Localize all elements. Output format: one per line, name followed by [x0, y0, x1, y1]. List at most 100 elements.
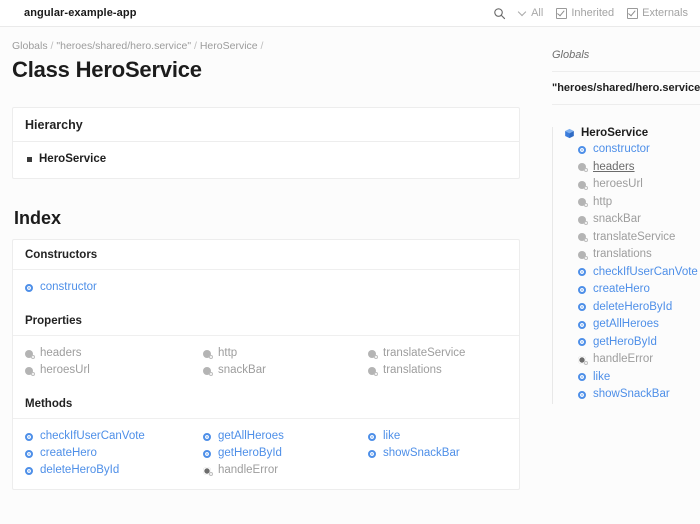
filter-scope-select[interactable]: All: [519, 7, 543, 19]
checkbox-externals[interactable]: Externals: [627, 7, 688, 19]
section-body-properties: headers heroesUrl http: [13, 336, 519, 389]
page-body: Globals / "heroes/shared/hero.service" /…: [0, 27, 700, 524]
method-icon: [25, 432, 35, 442]
member-heroesUrl[interactable]: heroesUrl: [25, 362, 203, 379]
sidebar-item-constructor[interactable]: constructor: [578, 141, 700, 159]
sidebar-item-deleteHeroById[interactable]: deleteHeroById: [578, 299, 700, 317]
sidebar-module-link[interactable]: "heroes/shared/hero.service": [552, 72, 700, 105]
property-icon: [578, 180, 588, 190]
property-icon: [578, 250, 588, 260]
property-icon: [203, 366, 213, 376]
breadcrumb-item-module[interactable]: "heroes/shared/hero.service": [56, 40, 191, 52]
property-icon: [578, 162, 588, 172]
sidebar-item-headers[interactable]: headers: [578, 159, 700, 177]
sidebar-item-like[interactable]: like: [578, 369, 700, 387]
breadcrumb-separator: /: [51, 40, 54, 52]
hierarchy-item-label: HeroService: [39, 153, 106, 165]
hierarchy-item: HeroService: [25, 151, 507, 167]
grid-column: http snackBar: [203, 345, 368, 379]
member-label: heroesUrl: [40, 362, 90, 379]
method-icon: [578, 302, 588, 312]
section-heading-methods: Methods: [13, 389, 519, 419]
hierarchy-panel-wrap: Hierarchy HeroService: [12, 107, 520, 179]
method-icon: [25, 466, 35, 476]
member-label: like: [383, 428, 400, 445]
sidebar-item-label: checkIfUserCanVote: [593, 264, 698, 282]
sidebar-item-label: http: [593, 194, 612, 212]
member-constructor[interactable]: constructor: [25, 279, 203, 296]
sidebar-item-label: showSnackBar: [593, 386, 670, 404]
member-http[interactable]: http: [203, 345, 368, 362]
section-heading-constructors: Constructors: [13, 240, 519, 270]
member-translations[interactable]: translations: [368, 362, 507, 379]
grid-column: checkIfUserCanVote createHero deleteHero…: [25, 428, 203, 479]
member-getHeroById[interactable]: getHeroById: [203, 445, 368, 462]
sidebar-item-label: translations: [593, 246, 652, 264]
member-like[interactable]: like: [368, 428, 507, 445]
method-icon: [25, 449, 35, 459]
member-label: snackBar: [218, 362, 266, 379]
sidebar-globals-link[interactable]: Globals: [552, 49, 700, 72]
sidebar-item-getHeroById[interactable]: getHeroById: [578, 334, 700, 352]
sidebar-item-snackBar[interactable]: snackBar: [578, 211, 700, 229]
chevron-down-icon: [519, 8, 527, 16]
search-icon[interactable]: [492, 6, 506, 20]
grid-column: translateService translations: [368, 345, 507, 379]
top-toolbar: angular-example-app All Inherited Extern…: [0, 0, 700, 27]
sidebar-class-label: HeroService: [581, 127, 648, 139]
section-body-methods: checkIfUserCanVote createHero deleteHero…: [13, 419, 519, 489]
member-deleteHeroById[interactable]: deleteHeroById: [25, 462, 203, 479]
method-icon: [578, 320, 588, 330]
sidebar-item-getAllHeroes[interactable]: getAllHeroes: [578, 316, 700, 334]
member-checkIfUserCanVote[interactable]: checkIfUserCanVote: [25, 428, 203, 445]
sidebar-item-showSnackBar[interactable]: showSnackBar: [578, 386, 700, 404]
sidebar-class-heading[interactable]: HeroService: [564, 127, 700, 141]
method-icon: [578, 337, 588, 347]
hierarchy-heading: Hierarchy: [25, 118, 83, 132]
toolbar-controls: All Inherited Externals: [492, 6, 688, 20]
checkbox-externals-label: Externals: [642, 7, 688, 19]
index-heading: Index: [14, 208, 520, 229]
index-panel: Constructors constructor Properties: [12, 239, 520, 490]
member-snackBar[interactable]: snackBar: [203, 362, 368, 379]
sidebar-item-label: like: [593, 369, 610, 387]
member-handleError[interactable]: handleError: [203, 462, 368, 479]
method-icon: [368, 449, 378, 459]
main-content: Globals / "heroes/shared/hero.service" /…: [0, 27, 540, 524]
sidebar-item-heroesUrl[interactable]: heroesUrl: [578, 176, 700, 194]
sidebar-item-handleError[interactable]: handleError: [578, 351, 700, 369]
breadcrumb-item-class[interactable]: HeroService: [200, 40, 258, 52]
property-icon: [25, 349, 35, 359]
constructors-grid: constructor: [25, 279, 507, 296]
property-icon: [578, 197, 588, 207]
sidebar-item-label: deleteHeroById: [593, 299, 672, 317]
member-label: headers: [40, 345, 82, 362]
sidebar-item-createHero[interactable]: createHero: [578, 281, 700, 299]
sidebar-member-list: constructor headers heroesUrl http: [564, 141, 700, 404]
sidebar-item-label: getHeroById: [593, 334, 657, 352]
breadcrumb-item-globals[interactable]: Globals: [12, 40, 48, 52]
member-translateService[interactable]: translateService: [368, 345, 507, 362]
checkbox-checked-icon: [556, 8, 567, 19]
filter-scope-label: All: [531, 7, 543, 19]
grid-column: getAllHeroes getHeroById handleError: [203, 428, 368, 479]
sidebar-nav-top: Globals "heroes/shared/hero.service" Her…: [540, 49, 700, 404]
breadcrumb: Globals / "heroes/shared/hero.service" /…: [12, 27, 520, 52]
page-title: Class HeroService: [12, 57, 520, 83]
bullet-square-icon: [27, 157, 32, 162]
sidebar-item-translateService[interactable]: translateService: [578, 229, 700, 247]
sidebar-item-translations[interactable]: translations: [578, 246, 700, 264]
checkbox-inherited[interactable]: Inherited: [556, 7, 614, 19]
sidebar-item-checkIfUserCanVote[interactable]: checkIfUserCanVote: [578, 264, 700, 282]
breadcrumb-separator: /: [194, 40, 197, 52]
sidebar-item-label: handleError: [593, 351, 653, 369]
member-label: getHeroById: [218, 445, 282, 462]
sidebar-item-http[interactable]: http: [578, 194, 700, 212]
member-showSnackBar[interactable]: showSnackBar: [368, 445, 507, 462]
member-headers[interactable]: headers: [25, 345, 203, 362]
section-body-constructors: constructor: [13, 270, 519, 306]
member-createHero[interactable]: createHero: [25, 445, 203, 462]
sidebar-item-label: translateService: [593, 229, 675, 247]
property-icon: [368, 349, 378, 359]
member-getAllHeroes[interactable]: getAllHeroes: [203, 428, 368, 445]
